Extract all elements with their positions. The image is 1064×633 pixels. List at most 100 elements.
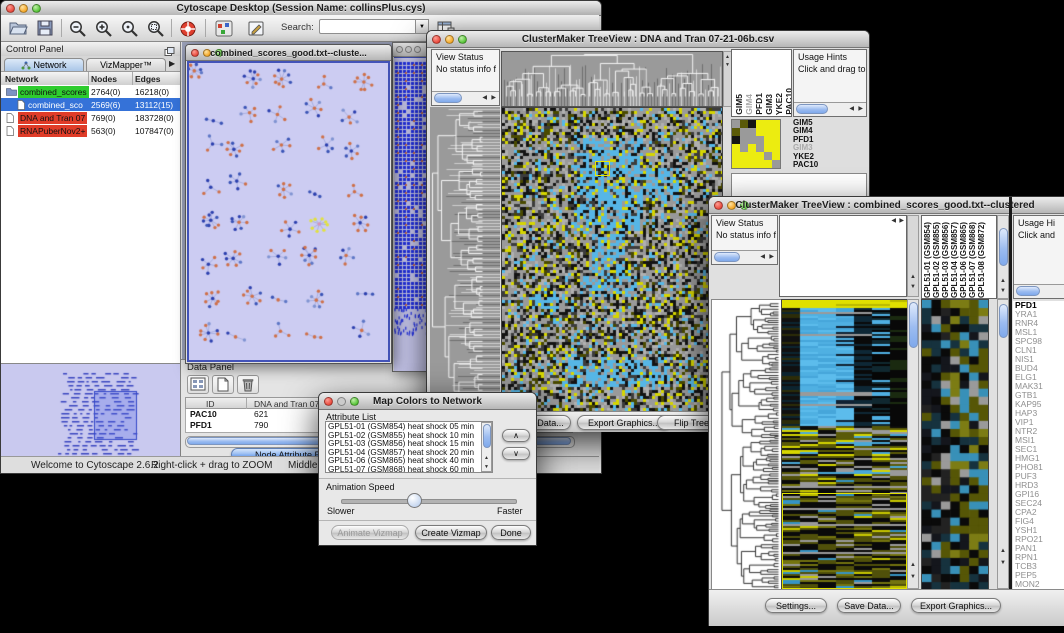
col-nodes[interactable]: Nodes — [91, 74, 117, 84]
heatmap-selection[interactable] — [782, 493, 907, 589]
scroll-down-icon[interactable]: ▼ — [725, 62, 730, 68]
mini-heatmap-cell[interactable] — [748, 144, 756, 152]
network-table-row[interactable]: combined_sco2569(6)13112(15) — [1, 98, 180, 111]
mini-heatmap-cell[interactable] — [732, 128, 740, 136]
scroll-down-icon[interactable]: ▼ — [1000, 288, 1006, 294]
network-table-row[interactable]: combined_scores2764(0)16218(0) — [1, 85, 180, 98]
column-label[interactable]: GPL51-03 (GSM856) — [941, 222, 950, 298]
scroll-up-icon[interactable]: ▲ — [910, 274, 916, 280]
scroll-right-icon[interactable]: ▶ — [769, 254, 774, 260]
labels-vscroll-thumb[interactable] — [999, 228, 1008, 266]
help-lifebuoy-icon[interactable] — [177, 18, 199, 38]
mini-heatmap-cell[interactable] — [740, 160, 748, 168]
col-network[interactable]: Network — [5, 74, 39, 84]
close-icon[interactable] — [396, 46, 403, 53]
mini-heatmap-cell[interactable] — [756, 152, 764, 160]
scroll-up-icon[interactable]: ▲ — [725, 54, 730, 60]
mini-heatmap-cell[interactable] — [764, 136, 772, 144]
column-label[interactable]: GPL51-07 (GSM868) — [968, 222, 977, 298]
scroll-left-icon[interactable]: ◀ — [482, 95, 487, 101]
mini-heatmap-cell[interactable] — [748, 152, 756, 160]
mini-heatmap-cell[interactable] — [748, 136, 756, 144]
speed-slider-track[interactable] — [341, 499, 517, 504]
mini-heatmap-cell[interactable] — [764, 144, 772, 152]
save-session-icon[interactable] — [35, 18, 57, 38]
heatmap-vscrollbar[interactable]: ▲ ▼ — [907, 299, 919, 589]
attribute-item[interactable]: GPL51-07 (GSM868) heat shock 60 min — [328, 466, 492, 474]
gene-vscrollbar[interactable]: ▲ ▼ — [997, 299, 1009, 589]
column-label[interactable]: GIM5 — [734, 94, 743, 115]
mini-heatmap-cell[interactable] — [764, 152, 772, 160]
new-attribute-icon[interactable] — [212, 375, 234, 394]
mini-heatmap-cell[interactable] — [732, 136, 740, 144]
mini-heatmap-cell[interactable] — [764, 120, 772, 128]
tab-vizmapper[interactable]: VizMapper™ — [86, 58, 166, 71]
zoom-window-icon[interactable] — [414, 46, 421, 53]
network-name[interactable]: DNA and Tran 07 — [18, 112, 87, 124]
search-input[interactable] — [319, 19, 417, 34]
mini-heatmap-cell[interactable] — [748, 128, 756, 136]
mini-heatmap-cell[interactable] — [740, 144, 748, 152]
mini-heatmap-cell[interactable] — [732, 152, 740, 160]
view-status-hscroll-thumb[interactable] — [714, 252, 740, 262]
mini-heatmap-cell[interactable] — [764, 128, 772, 136]
mini-heatmap-cell[interactable] — [772, 120, 780, 128]
scroll-down-icon[interactable]: ▼ — [484, 464, 489, 470]
network-canvas[interactable] — [189, 63, 388, 360]
mini-heatmap-cell[interactable] — [748, 120, 756, 128]
animate-vizmap-button[interactable]: Animate Vizmap — [331, 525, 409, 540]
column-label[interactable]: GPL51-01 (GSM854) — [923, 222, 932, 298]
speed-slider-thumb[interactable] — [407, 493, 422, 508]
mini-heatmap-cell[interactable] — [732, 120, 740, 128]
mini-heatmap-cell[interactable] — [732, 160, 740, 168]
view-status-hscroll-thumb[interactable] — [434, 93, 462, 103]
network-table-row[interactable]: RNAPuberNov2+563(0)107847(0) — [1, 124, 180, 137]
network-overview-canvas[interactable] — [2, 365, 179, 463]
zoom-actual-icon[interactable] — [119, 18, 141, 38]
heatmap-selection[interactable] — [595, 161, 610, 176]
col-edges[interactable]: Edges — [135, 74, 161, 84]
network-table-row[interactable]: DNA and Tran 07769(0)183728(0) — [1, 111, 180, 124]
tab-network[interactable]: Network — [4, 58, 84, 71]
move-up-button[interactable]: ∧ — [502, 429, 530, 442]
mini-heatmap-cell[interactable] — [772, 152, 780, 160]
scroll-left-icon[interactable]: ◀ — [760, 254, 765, 260]
mini-heatmap-cell[interactable] — [772, 136, 780, 144]
mini-heatmap-cell[interactable] — [748, 160, 756, 168]
mini-heatmap-cell[interactable] — [756, 144, 764, 152]
gene-label[interactable]: MON2 — [1015, 580, 1064, 589]
gene-vscroll-thumb[interactable] — [999, 304, 1008, 338]
scroll-down-icon[interactable]: ▼ — [1000, 560, 1006, 566]
column-dendrogram-canvas[interactable] — [501, 51, 723, 107]
mini-heatmap-cell[interactable] — [756, 136, 764, 144]
scroll-right-icon[interactable]: ▶ — [491, 95, 496, 101]
column-label[interactable]: GPL51-02 (GSM855) — [932, 222, 941, 298]
column-label[interactable]: YKE2 — [774, 93, 783, 115]
zoom-fit-icon[interactable] — [145, 18, 167, 38]
heatmap-vscroll-thumb[interactable] — [909, 302, 918, 348]
mini-heatmap-cell[interactable] — [756, 128, 764, 136]
usage-hscroll-thumb[interactable] — [1016, 286, 1040, 296]
settings-button[interactable]: Settings... — [765, 598, 827, 613]
network-overview[interactable] — [1, 363, 180, 464]
network-name[interactable]: RNAPuberNov2+ — [18, 125, 87, 137]
mini-heatmap-cell[interactable] — [732, 144, 740, 152]
scroll-up-icon[interactable]: ▲ — [1000, 278, 1006, 284]
mini-heatmap-cell[interactable] — [772, 128, 780, 136]
row-dendrogram-canvas[interactable] — [430, 107, 500, 411]
scroll-down-icon[interactable]: ▼ — [910, 574, 916, 580]
save-data-button[interactable]: Save Data... — [837, 598, 901, 613]
mini-heatmap-cell[interactable] — [740, 136, 748, 144]
row-dendrogram-canvas[interactable] — [711, 299, 783, 591]
delete-attribute-icon[interactable] — [237, 375, 259, 394]
mini-heatmap-cell[interactable] — [756, 120, 764, 128]
mini-heatmap-cell[interactable] — [740, 152, 748, 160]
scroll-down-icon[interactable]: ▼ — [910, 284, 916, 290]
mini-row-label[interactable]: PAC10 — [793, 161, 853, 169]
scroll-left-icon[interactable]: ◀ — [891, 218, 896, 224]
column-label[interactable]: PFD1 — [754, 93, 763, 115]
mini-heatmap-cell[interactable] — [772, 144, 780, 152]
main-titlebar[interactable]: Cytoscape Desktop (Session Name: collins… — [1, 1, 601, 16]
scroll-right-icon[interactable]: ▶ — [858, 106, 863, 112]
column-label[interactable]: PAC10 — [784, 88, 792, 115]
